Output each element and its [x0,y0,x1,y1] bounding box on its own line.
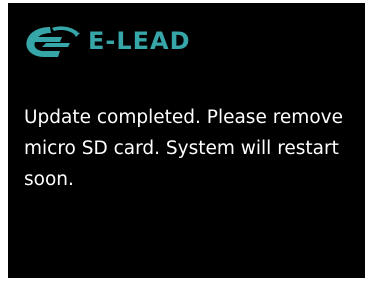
e-lead-swoosh-logo-icon [26,26,80,57]
device-screen: E-LEAD Update completed. Please remove m… [8,3,365,278]
brand-logo: E-LEAD [16,21,191,61]
update-status-message: Update completed. Please remove micro SD… [24,107,343,190]
brand-name: E-LEAD [88,27,191,55]
